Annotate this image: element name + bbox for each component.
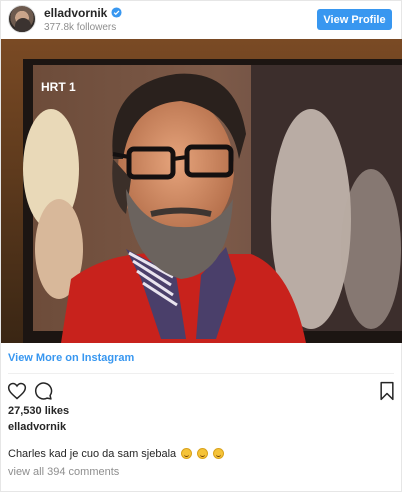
caption: Charles kad je cuo da sam sjebala: [8, 448, 225, 460]
laughing-emoji-icon: [197, 448, 209, 459]
caption-username-link[interactable]: elladvornik: [8, 421, 66, 433]
post-header: elladvornik 377.8k followers View Profil…: [1, 1, 402, 39]
view-profile-button[interactable]: View Profile: [317, 9, 392, 30]
tv-channel-logo: HRT 1: [41, 80, 76, 94]
photo-image: HRT 1: [1, 39, 402, 343]
action-bar: [7, 381, 397, 403]
laughing-emoji-icon: [213, 448, 225, 459]
divider: [8, 373, 394, 374]
username-link[interactable]: elladvornik: [44, 6, 107, 20]
post-photo[interactable]: HRT 1: [1, 39, 402, 343]
instagram-embed: elladvornik 377.8k followers View Profil…: [0, 0, 402, 492]
caption-text: Charles kad je cuo da sam sjebala: [8, 448, 177, 460]
bookmark-icon[interactable]: [377, 381, 397, 401]
likes-count: 27,530 likes: [8, 405, 70, 417]
heart-icon[interactable]: [7, 381, 27, 401]
user-block: elladvornik 377.8k followers: [44, 5, 122, 33]
comment-icon[interactable]: [33, 381, 53, 401]
view-more-link[interactable]: View More on Instagram: [8, 352, 134, 364]
username-row: elladvornik: [44, 5, 122, 20]
verified-badge-icon: [111, 7, 122, 18]
view-all-comments-link[interactable]: view all 394 comments: [8, 466, 119, 478]
avatar[interactable]: [8, 5, 36, 33]
follower-count: 377.8k followers: [44, 22, 117, 33]
laughing-emoji-icon: [181, 448, 193, 459]
